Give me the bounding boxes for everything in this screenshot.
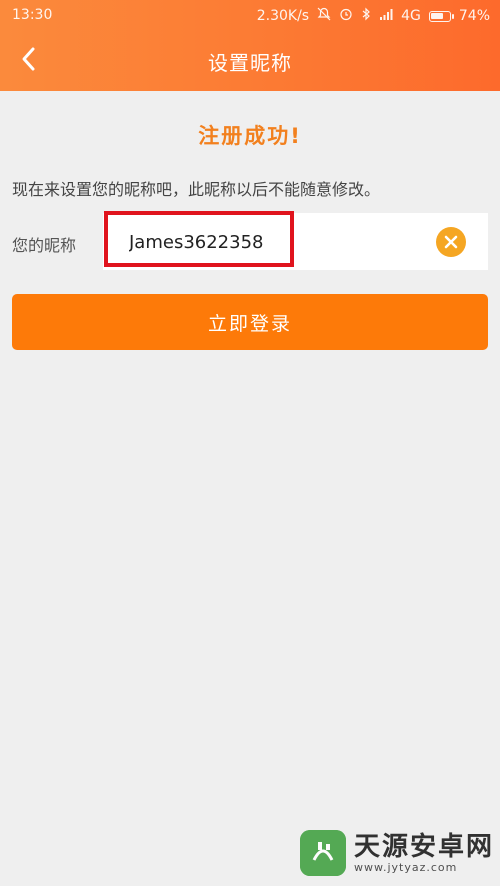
nickname-field-container — [103, 213, 488, 272]
battery-icon — [428, 10, 454, 22]
nickname-input[interactable] — [127, 213, 431, 272]
watermark: 天源安卓网 www.jytyaz.com — [300, 830, 494, 876]
nickname-field-row: 您的昵称 — [0, 213, 488, 272]
battery-fill — [430, 12, 444, 19]
alarm-icon — [339, 7, 353, 25]
status-time: 13:30 — [12, 7, 53, 23]
network-type: 4G — [401, 8, 421, 24]
nickname-hint: 现在来设置您的昵称吧，此昵称以后不能随意修改。 — [12, 180, 381, 199]
status-bar: 13:30 2.30K/s 4G 74% — [0, 0, 500, 30]
page-title: 设置昵称 — [208, 51, 292, 75]
clear-button[interactable] — [436, 227, 466, 257]
network-speed: 2.30K/s — [256, 8, 310, 24]
signal-icon — [379, 8, 393, 24]
login-now-button[interactable]: 立即登录 — [12, 294, 488, 350]
status-indicators: 2.30K/s 4G 74% — [257, 7, 490, 25]
clear-x-icon — [444, 235, 458, 249]
watermark-text: 天源安卓网 www.jytyaz.com — [354, 833, 494, 874]
watermark-logo-icon — [300, 830, 346, 876]
nickname-label: 您的昵称 — [12, 236, 77, 255]
watermark-name: 天源安卓网 — [354, 831, 495, 862]
app-header: 13:30 2.30K/s 4G 74% 设置昵称 — [0, 0, 500, 91]
watermark-url: www.jytyaz.com — [354, 860, 458, 874]
bluetooth-icon — [361, 7, 371, 25]
success-title: 注册成功! — [198, 124, 302, 148]
mute-bell-icon — [317, 7, 331, 25]
battery-percent: 74% — [458, 8, 490, 24]
